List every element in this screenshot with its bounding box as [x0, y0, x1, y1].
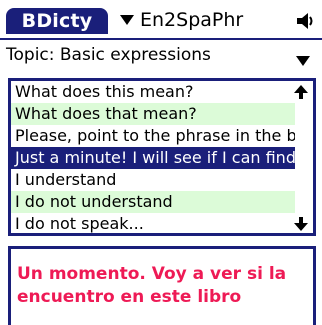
list-item[interactable]: Please, point to the phrase in the bo [11, 125, 295, 147]
dictionary-label: En2SpaPhr [140, 9, 244, 31]
list-item[interactable]: What does that mean? [11, 103, 295, 125]
scroll-up-arrow-icon[interactable] [293, 84, 309, 100]
topic-label: Topic: Basic expressions [6, 45, 211, 65]
topic-selector[interactable]: Topic: Basic expressions [0, 38, 322, 70]
speaker-icon[interactable] [294, 10, 316, 32]
app-title[interactable]: BDicty [6, 8, 108, 34]
translation-text: Un momento. Voy a ver si la encuentro en… [17, 264, 287, 307]
dictionary-selector[interactable]: En2SpaPhr [120, 6, 243, 34]
chevron-down-icon [296, 56, 310, 66]
list-item[interactable]: What does this mean? [11, 81, 295, 103]
phrase-list[interactable]: What does this mean? What does that mean… [8, 78, 316, 236]
scroll-down-arrow-icon[interactable] [293, 216, 309, 232]
title-bar: BDicty En2SpaPhr [0, 0, 322, 38]
list-item-selected[interactable]: Just a minute! I will see if I can find … [11, 147, 295, 169]
translation-panel: Un momento. Voy a ver si la encuentro en… [8, 246, 316, 325]
list-item[interactable]: I understand [11, 169, 295, 191]
list-item[interactable]: I do not understand [11, 191, 295, 213]
chevron-down-icon [120, 15, 134, 25]
list-item[interactable]: I do not speak... [11, 213, 295, 233]
